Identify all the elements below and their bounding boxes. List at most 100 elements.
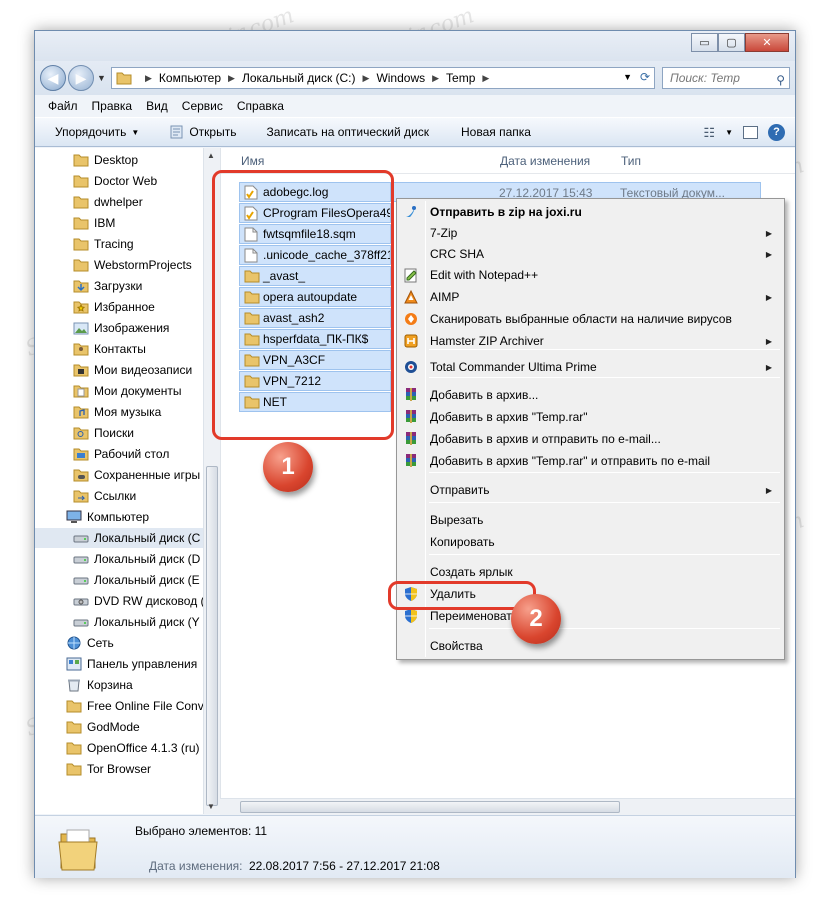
close-button[interactable]: ✕ (745, 33, 789, 52)
nav-item[interactable]: Free Online File Conv (66, 696, 204, 716)
search-icon[interactable]: ⚲ (776, 70, 785, 90)
forward-button[interactable]: ▶ (68, 65, 94, 91)
breadcrumb-drive-c[interactable]: Локальный диск (C:) (242, 71, 356, 85)
nav-item[interactable]: Tracing (73, 234, 134, 254)
menu-file[interactable]: Файл (48, 99, 78, 113)
context-menu-item[interactable]: Сканировать выбранные области на наличие… (399, 308, 782, 330)
column-name[interactable]: Имя (241, 154, 264, 168)
context-menu-item[interactable]: Добавить в архив и отправить по e-mail..… (399, 428, 782, 450)
address-dropdown-icon[interactable]: ▼ (623, 72, 632, 82)
nav-item[interactable]: Избранное (73, 297, 155, 317)
nav-item[interactable]: Загрузки (73, 276, 142, 296)
menu-separator (429, 472, 780, 473)
nav-item[interactable]: Моя музыка (73, 402, 161, 422)
context-menu-item[interactable]: Вырезать (399, 509, 782, 531)
nav-item-label: Контакты (94, 342, 146, 356)
videos-icon (73, 363, 89, 377)
computer-icon (66, 510, 82, 524)
context-menu-item[interactable]: AIMP ▶ (399, 286, 782, 308)
context-menu-label: Добавить в архив "Temp.rar" и отправить … (430, 454, 711, 468)
nav-item-label: DVD RW дисковод ( (94, 594, 205, 608)
preview-pane-icon[interactable] (743, 126, 758, 139)
nav-item[interactable]: Изображения (73, 318, 169, 338)
scrollbar-thumb[interactable] (206, 466, 218, 806)
nav-item[interactable]: Сохраненные игры (73, 465, 200, 485)
nav-item[interactable]: Локальный диск (D (73, 549, 200, 569)
scrollbar-thumb[interactable] (240, 801, 620, 813)
context-menu-item[interactable]: Копировать (399, 531, 782, 553)
organize-button[interactable]: Упорядочить ▼ (55, 125, 139, 139)
address-bar[interactable]: ▶ Компьютер ▶ Локальный диск (C:) ▶ Wind… (111, 67, 655, 89)
view-options-icon[interactable]: ☷ (703, 125, 715, 141)
context-menu-item[interactable]: Создать ярлык (399, 561, 782, 583)
context-menu-item[interactable]: CRC SHA ▶ (399, 243, 782, 265)
nav-item[interactable]: Локальный диск (E (73, 570, 200, 590)
context-menu-label: Сканировать выбранные области на наличие… (430, 312, 732, 326)
breadcrumb-windows[interactable]: Windows (376, 71, 425, 85)
chevron-right-icon[interactable]: ▶ (228, 73, 235, 84)
chevron-right-icon[interactable]: ▶ (363, 73, 370, 84)
nav-item[interactable]: Поиски (73, 423, 134, 443)
context-menu-item[interactable]: Свойства (399, 635, 782, 657)
maximize-button[interactable]: ▢ (718, 33, 745, 52)
nav-item[interactable]: Локальный диск (Y (73, 612, 200, 632)
chevron-right-icon[interactable]: ▶ (432, 73, 439, 84)
nav-item[interactable]: Ссылки (73, 486, 136, 506)
nav-item[interactable]: Doctor Web (73, 171, 157, 191)
menu-view[interactable]: Вид (146, 99, 168, 113)
context-menu-item[interactable]: Добавить в архив "Temp.rar" и отправить … (399, 450, 782, 472)
help-icon[interactable]: ? (768, 124, 785, 141)
new-folder-button[interactable]: Новая папка (461, 125, 531, 139)
nav-item[interactable]: Tor Browser (66, 759, 151, 779)
context-menu-item[interactable]: Edit with Notepad++ (399, 264, 782, 286)
context-menu-item[interactable]: Добавить в архив... (399, 384, 782, 406)
nav-item[interactable]: dwhelper (73, 192, 143, 212)
breadcrumb-computer[interactable]: Компьютер (159, 71, 221, 85)
recent-pages-dropdown[interactable]: ▼ (97, 73, 106, 83)
menu-help[interactable]: Справка (237, 99, 284, 113)
date-modified-label: Дата изменения: (149, 859, 243, 873)
burn-button[interactable]: Записать на оптический диск (266, 125, 429, 139)
menu-edit[interactable]: Правка (92, 99, 133, 113)
context-menu-item[interactable]: 7-Zip ▶ (399, 222, 782, 244)
context-menu-label: Вырезать (430, 513, 484, 527)
column-type[interactable]: Тип (621, 154, 641, 168)
nav-item[interactable]: Контакты (73, 339, 146, 359)
nav-item[interactable]: OpenOffice 4.1.3 (ru) (66, 738, 200, 758)
context-menu-label: Добавить в архив "Temp.rar" (430, 410, 588, 424)
search-input[interactable]: Поиск: Temp ⚲ (662, 67, 790, 89)
chevron-down-icon[interactable]: ▼ (725, 128, 733, 137)
minimize-button[interactable]: ▭ (691, 33, 718, 52)
command-bar: Упорядочить ▼ Открыть Записать на оптиче… (35, 117, 795, 147)
horizontal-scrollbar[interactable] (220, 798, 795, 815)
chevron-right-icon[interactable]: ▶ (482, 73, 489, 84)
menu-tools[interactable]: Сервис (182, 99, 223, 113)
open-button[interactable]: Открыть (169, 125, 236, 139)
scroll-down-icon[interactable]: ▼ (207, 802, 215, 811)
nav-item[interactable]: Панель управления (66, 654, 197, 674)
nav-item[interactable]: Сеть (66, 633, 114, 653)
breadcrumb-temp[interactable]: Temp (446, 71, 475, 85)
back-button[interactable]: ◀ (40, 65, 66, 91)
context-menu-item[interactable]: Отправить ▶ (399, 479, 782, 501)
folder-icon (66, 762, 82, 776)
nav-item[interactable]: IBM (73, 213, 115, 233)
refresh-icon[interactable]: ⟳ (640, 70, 650, 84)
nav-item[interactable]: Мои документы (73, 381, 181, 401)
nav-item[interactable]: WebstormProjects (73, 255, 192, 275)
nav-item[interactable]: Компьютер (66, 507, 149, 527)
context-menu-label: Отправить в zip на joxi.ru (430, 205, 582, 219)
nav-item[interactable]: GodMode (66, 717, 140, 737)
nav-item[interactable]: Локальный диск (C (35, 528, 203, 548)
column-modified[interactable]: Дата изменения (500, 154, 590, 168)
navigation-pane: Desktop Doctor Web dwhelper IBM Tracing Webst… (35, 148, 219, 814)
context-menu-item[interactable]: Отправить в zip на joxi.ru (399, 201, 782, 223)
nav-item[interactable]: Desktop (73, 150, 138, 170)
nav-item[interactable]: Мои видеозаписи (73, 360, 192, 380)
context-menu-item[interactable]: Total Commander Ultima Prime ▶ (399, 356, 782, 378)
nav-item[interactable]: DVD RW дисковод ( (73, 591, 205, 611)
context-menu-item[interactable]: Добавить в архив "Temp.rar" (399, 406, 782, 428)
scroll-up-icon[interactable]: ▲ (207, 151, 215, 160)
nav-item[interactable]: Корзина (66, 675, 133, 695)
nav-item[interactable]: Рабочий стол (73, 444, 169, 464)
